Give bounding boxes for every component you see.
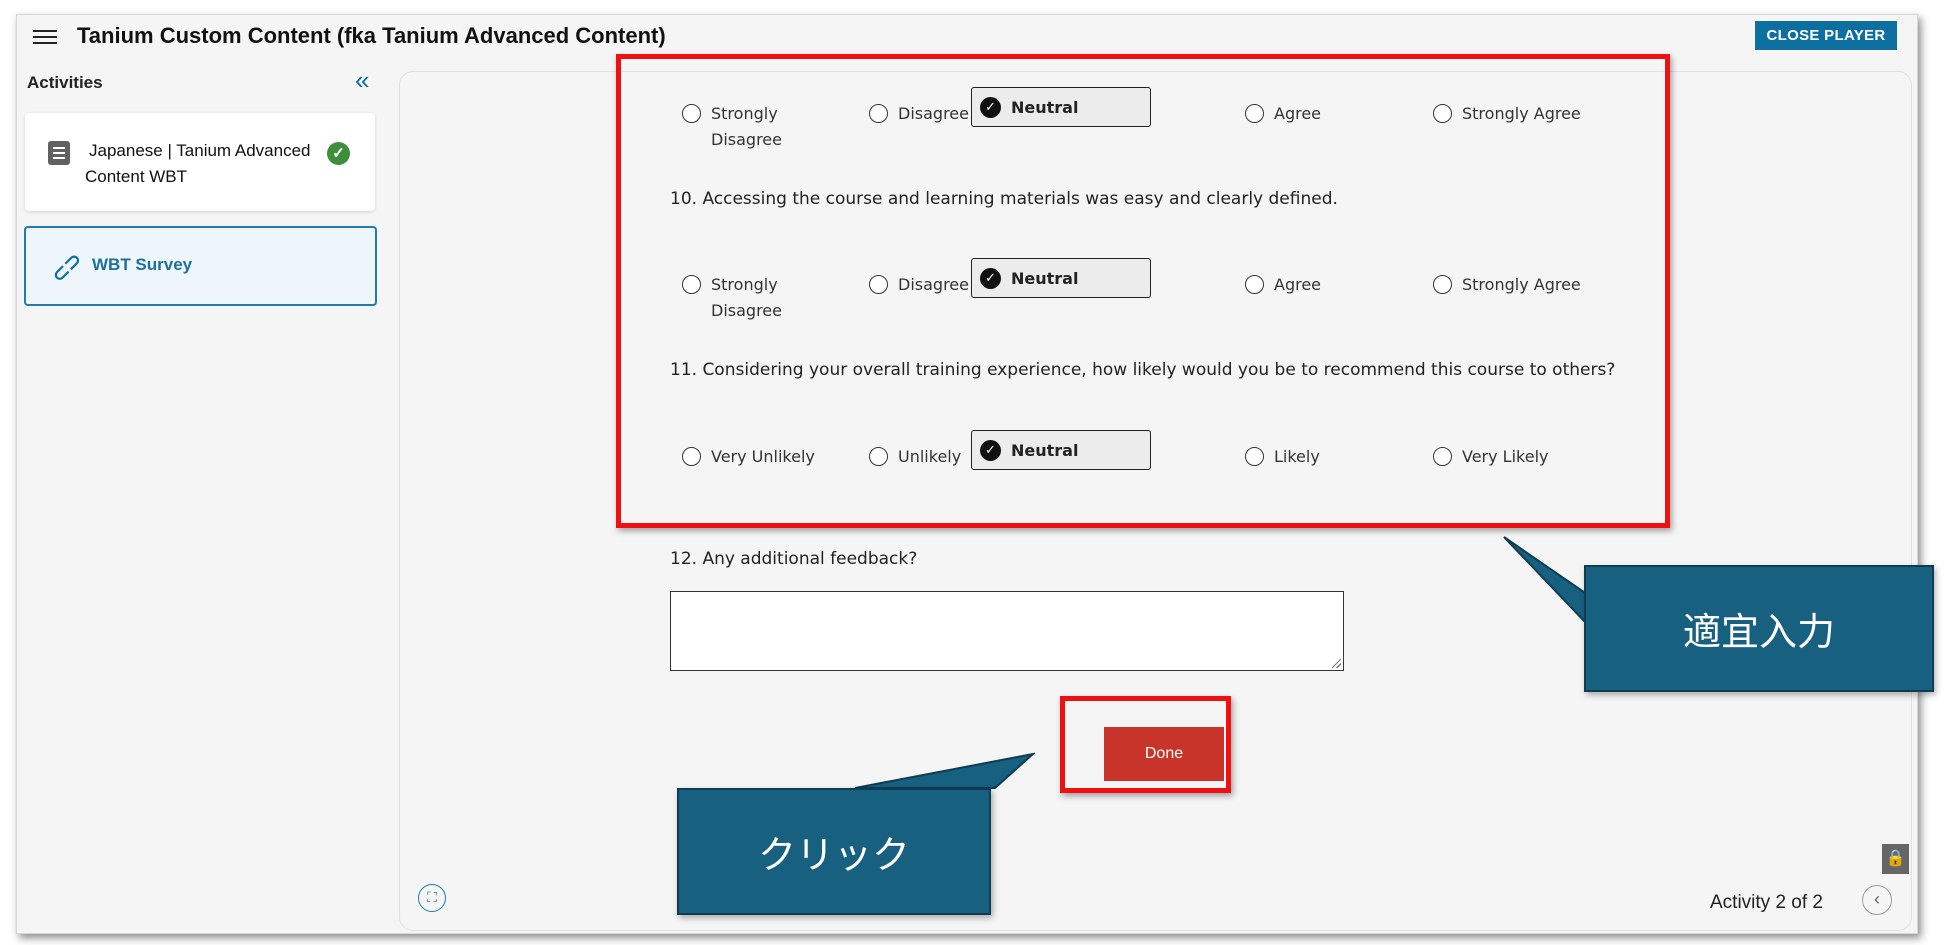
feedback-textarea[interactable] [670,591,1344,671]
collapse-sidebar-icon[interactable]: « [355,67,369,93]
document-icon [48,141,70,165]
lock-icon[interactable]: 🔒 [1882,844,1909,874]
activity-counter: Activity 2 of 2 [1710,892,1823,913]
app-title: Tanium Custom Content (fka Tanium Advanc… [77,23,666,48]
input-callout: 適宜入力 [1584,565,1934,692]
activities-heading: Activities [27,73,103,92]
done-highlight-box [1060,696,1231,793]
close-player-button[interactable]: CLOSE PLAYER [1755,21,1897,50]
question-12: 12. Any additional feedback? [670,549,918,569]
hamburger-menu-icon[interactable] [33,27,57,45]
activity-item-label: Japanese | Tanium Advanced Content WBT [85,141,311,186]
activity-item-wbt[interactable]: Japanese | Tanium Advanced Content WBT ✓ [25,113,375,211]
click-callout: クリック [677,788,991,915]
activities-sidebar: Activities « Japanese | Tanium Advanced … [17,57,401,933]
options-highlight-box [616,54,1670,528]
top-bar: Tanium Custom Content (fka Tanium Advanc… [17,15,1917,57]
completed-check-icon: ✓ [327,142,350,165]
activity-item-survey[interactable]: ⊂⊃ WBT Survey [24,226,377,306]
fullscreen-icon[interactable]: ⛶ [418,884,446,912]
click-callout-tail [855,752,1035,789]
activity-item-label: WBT Survey [92,255,193,274]
link-icon: ⊂⊃ [47,248,87,288]
previous-activity-button[interactable]: ‹ [1862,885,1892,915]
